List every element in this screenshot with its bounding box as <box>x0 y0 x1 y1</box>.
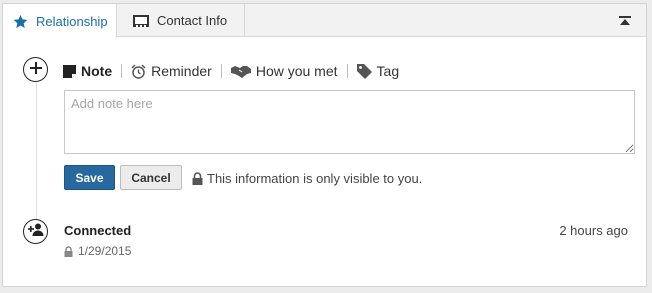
tab-contact-info-label: Contact Info <box>157 13 228 28</box>
privacy-text: This information is only visible to you. <box>207 171 423 186</box>
lock-icon <box>64 245 73 257</box>
note-label: Note <box>81 63 113 79</box>
address-card-icon <box>133 14 149 27</box>
connection-date-text: 1/29/2015 <box>78 244 132 258</box>
handshake-icon <box>230 65 251 78</box>
lock-icon <box>192 172 203 185</box>
divider <box>121 64 123 78</box>
save-button[interactable]: Save <box>64 165 115 190</box>
alarm-clock-icon <box>131 63 146 79</box>
tag-action[interactable]: Tag <box>356 63 400 79</box>
how-you-met-action[interactable]: How you met <box>230 63 338 79</box>
collapse-icon[interactable] <box>618 14 632 28</box>
privacy-notice: This information is only visible to you. <box>192 171 422 186</box>
connection-timestamp: 2 hours ago <box>559 223 628 238</box>
tag-icon <box>356 63 372 79</box>
add-button[interactable] <box>23 57 48 82</box>
connection-event <box>23 219 48 244</box>
tab-relationship-label: Relationship <box>36 13 108 29</box>
relationship-panel: Relationship Contact Info Note Reminder … <box>2 3 647 287</box>
plus-icon <box>29 61 42 79</box>
tab-relationship[interactable]: Relationship <box>3 4 117 38</box>
note-icon <box>63 64 76 78</box>
connection-date: 1/29/2015 <box>64 244 131 258</box>
note-action[interactable]: Note <box>63 63 112 79</box>
reminder-action[interactable]: Reminder <box>131 63 212 79</box>
note-input[interactable] <box>64 90 635 154</box>
tab-contact-info[interactable]: Contact Info <box>117 4 245 37</box>
divider <box>346 64 348 78</box>
connection-title: Connected <box>64 223 132 238</box>
star-icon <box>13 14 28 29</box>
reminder-label: Reminder <box>151 63 212 79</box>
add-connection-icon <box>27 223 44 241</box>
how-you-met-label: How you met <box>255 63 338 79</box>
divider <box>220 64 222 78</box>
tag-label: Tag <box>376 63 400 79</box>
action-bar: Note Reminder How you met Tag <box>63 62 399 80</box>
cancel-button[interactable]: Cancel <box>120 165 182 190</box>
timeline-line <box>36 70 37 224</box>
tab-bar: Relationship Contact Info <box>3 4 646 38</box>
